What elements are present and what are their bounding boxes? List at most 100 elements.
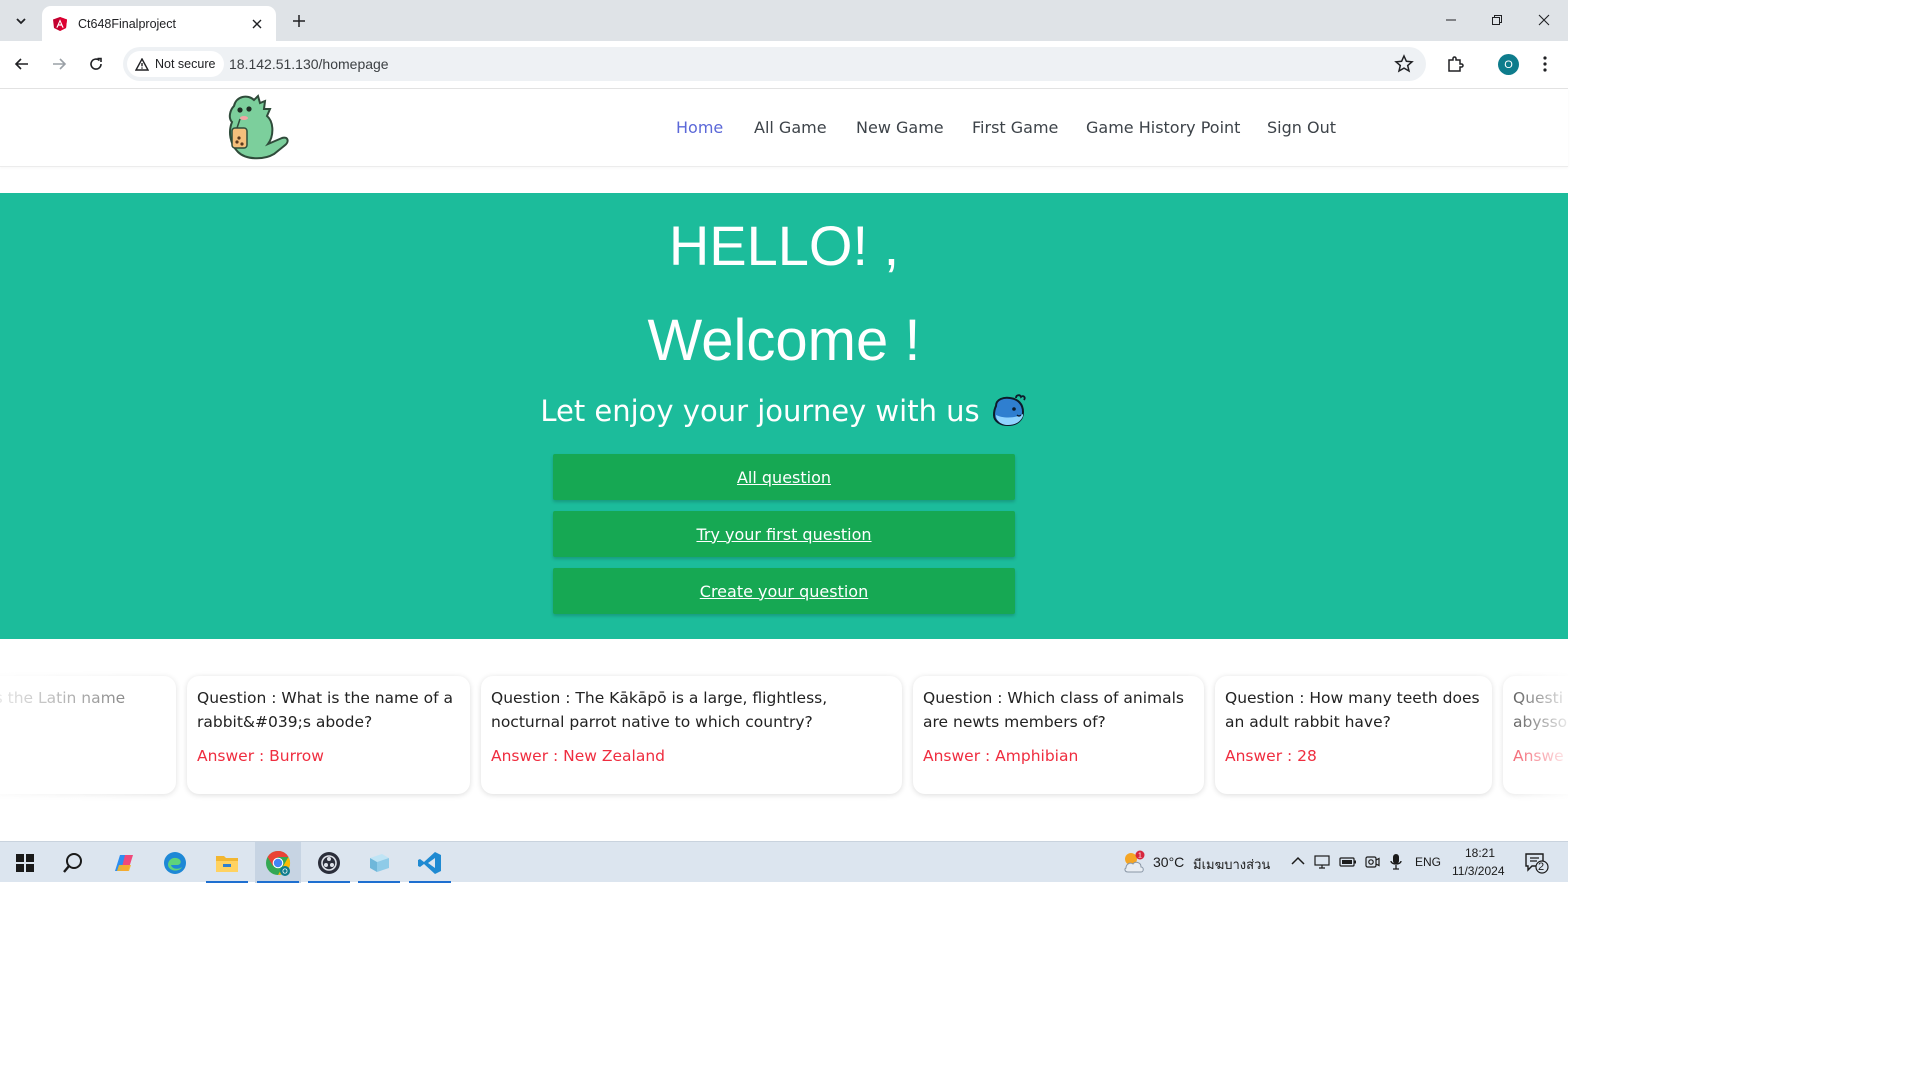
card-answer: Answer : Burrow [197,747,324,765]
address-bar[interactable]: Not secure 18.142.51.130/homepage [123,47,1426,81]
chrome-icon: O [266,850,291,876]
url-text[interactable]: 18.142.51.130/homepage [229,47,389,81]
windows-taskbar: O 1 30°C มีเมฆบางส่วน ENG 18:21 11/3/202… [0,841,1568,883]
card-question: Questi abysso [1513,689,1568,731]
site-navbar: Home All Game New Game First Game Game H… [0,89,1568,167]
virtualbox-app[interactable] [356,842,402,883]
card-answer: Answer : 28 [1225,747,1317,765]
minimize-icon [1446,19,1456,21]
try-first-question-button[interactable]: Try your first question [553,511,1015,557]
question-card[interactable]: Question : Which class of animals are ne… [913,676,1204,794]
all-question-label: All question [736,467,832,487]
browser-toolbar: Not secure 18.142.51.130/homepage O [0,41,1568,89]
tab-close-button[interactable] [248,15,266,33]
bookmark-star-icon[interactable] [1394,54,1414,74]
chevron-up-icon[interactable] [1291,856,1305,866]
new-tab-button[interactable] [287,9,311,33]
kebab-menu-icon [1543,56,1547,72]
start-button[interactable] [2,842,48,883]
tab-search-button[interactable] [8,8,34,34]
question-card-carousel[interactable]: ous is the Latin name ture? Question : W… [0,664,1568,804]
all-question-button[interactable]: All question [553,454,1015,500]
nav-all-game[interactable]: All Game [754,89,827,167]
tab-title: Ct648Finalproject [78,16,176,31]
browser-titlebar: Ct648Finalproject [0,0,1568,41]
microphone-icon[interactable] [1389,853,1403,871]
nav-first-game[interactable]: First Game [972,89,1058,167]
card-question: Question : Which class of animals are ne… [923,689,1185,731]
hero-section: HELLO! , Welcome ! Let enjoy your journe… [0,193,1568,639]
card-question: Question : The Kākāpō is a large, flight… [491,689,828,731]
hero-subtitle-row: Let enjoy your journey with us [0,394,1568,428]
extensions-button[interactable] [1440,49,1470,79]
notification-center-icon[interactable] [1524,851,1550,875]
reload-button[interactable] [81,49,111,79]
obs-app[interactable] [306,842,352,883]
hero-welcome: Welcome ! [647,308,921,373]
restore-button[interactable] [1474,0,1520,40]
nav-home[interactable]: Home [676,89,723,167]
obs-studio-icon [318,851,340,874]
copilot-app[interactable] [101,842,147,883]
chrome-menu-button[interactable] [1530,49,1560,79]
edge-app[interactable] [152,842,198,883]
file-explorer-app[interactable] [204,842,250,883]
edge-browser-icon [164,851,186,874]
card-question: Question : How many teeth does an adult … [1225,689,1480,731]
close-icon [252,19,262,28]
plus-icon [293,15,305,27]
minimize-button[interactable] [1428,0,1474,40]
question-card[interactable]: Questi abysso Answe [1503,676,1568,794]
card-question: ous is the Latin name ture? [0,689,126,707]
nav-new-game[interactable]: New Game [856,89,944,167]
folder-icon [216,855,238,872]
weather-temp[interactable]: 30°C [1153,854,1184,870]
puzzle-icon [1448,56,1464,72]
search-button[interactable] [50,842,96,883]
forward-button[interactable] [44,49,74,79]
vscode-icon [418,851,441,874]
network-icon[interactable] [1314,854,1330,870]
question-card[interactable]: Question : The Kākāpō is a large, flight… [481,676,902,794]
arrow-right-icon [53,58,67,70]
browser-tab[interactable]: Ct648Finalproject [42,6,276,41]
svg-text:1: 1 [1138,852,1142,859]
weather-description[interactable]: มีเมฆบางส่วน [1193,854,1270,875]
dinosaur-logo-icon[interactable] [218,92,292,160]
language-indicator[interactable]: ENG [1415,855,1441,869]
card-answer: Answe [1513,747,1564,765]
clock-date[interactable]: 11/3/2024 [1452,864,1505,878]
hero-subtitle: Let enjoy your journey with us [540,394,980,428]
card-answer: Answer : New Zealand [491,747,666,765]
question-card[interactable]: ous is the Latin name ture? [0,676,176,794]
windows-logo-icon [16,853,34,872]
site-security-chip[interactable]: Not secure [127,51,225,77]
create-question-button[interactable]: Create your question [553,568,1015,614]
create-question-label: Create your question [699,581,869,601]
card-question: Question : What is the name of a rabbit&… [197,689,453,731]
weather-icon[interactable]: 1 [1121,849,1147,875]
chrome-app[interactable]: O [255,842,301,883]
restore-icon [1492,15,1502,25]
reload-icon [90,57,102,70]
profile-avatar[interactable]: O [1498,54,1519,75]
cube-app-icon [370,853,389,872]
nav-sign-out[interactable]: Sign Out [1267,89,1336,167]
arrow-left-icon [14,58,28,70]
back-button[interactable] [7,49,37,79]
close-icon [1538,14,1550,26]
chevron-down-icon [16,18,26,25]
angular-favicon-icon [53,16,67,31]
question-card[interactable]: Question : What is the name of a rabbit&… [187,676,470,794]
battery-icon[interactable] [1339,855,1357,869]
card-answer: Answer : Amphibian [923,747,1079,765]
question-card[interactable]: Question : How many teeth does an adult … [1215,676,1492,794]
notification-count: 2 [1538,861,1545,873]
whale-icon [992,394,1026,427]
clock-time[interactable]: 18:21 [1465,846,1495,860]
close-window-button[interactable] [1521,0,1567,40]
nav-game-history-point[interactable]: Game History Point [1086,89,1240,167]
camera-icon[interactable] [1364,854,1380,870]
svg-text:O: O [282,868,288,875]
vscode-app[interactable] [407,842,453,883]
